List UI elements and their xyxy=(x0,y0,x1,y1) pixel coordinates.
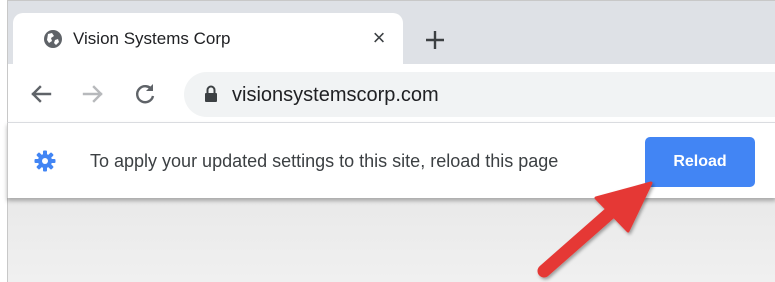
globe-icon xyxy=(43,29,63,49)
url-text[interactable]: visionsystemscorp.com xyxy=(232,81,439,109)
browser-window: Vision Systems Corp × visionsystemscorp.… xyxy=(0,0,775,282)
reload-icon[interactable] xyxy=(132,81,158,107)
plus-icon[interactable] xyxy=(422,27,448,53)
tab-strip: Vision Systems Corp × xyxy=(7,0,775,67)
settings-infobar: To apply your updated settings to this s… xyxy=(7,122,775,198)
gear-icon xyxy=(34,150,56,172)
tab-title: Vision Systems Corp xyxy=(73,29,231,48)
lock-icon[interactable] xyxy=(204,84,218,104)
arrow-right-icon[interactable] xyxy=(80,81,106,107)
browser-toolbar: visionsystemscorp.com xyxy=(7,64,775,122)
close-tab-icon[interactable]: × xyxy=(368,27,390,49)
infobar-message: To apply your updated settings to this s… xyxy=(90,151,559,171)
page-content xyxy=(7,197,775,282)
address-bar[interactable]: visionsystemscorp.com xyxy=(184,72,775,117)
arrow-left-icon[interactable] xyxy=(28,81,54,107)
tab-vision-systems-corp[interactable]: Vision Systems Corp × xyxy=(13,13,403,67)
reload-button[interactable]: Reload xyxy=(645,137,755,187)
